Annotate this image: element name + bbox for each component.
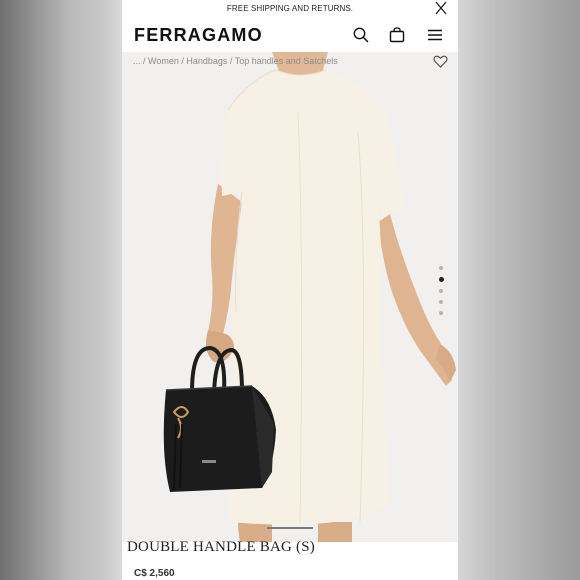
- product-info: DOUBLE HANDLE BAG (S) C$ 2,560: [122, 539, 458, 580]
- product-photo[interactable]: [122, 52, 458, 542]
- brand-logo[interactable]: FERRAGAMO: [134, 25, 263, 46]
- promo-text: FREE SHIPPING AND RETURNS.: [226, 3, 354, 13]
- heart-icon[interactable]: [433, 54, 448, 69]
- search-icon[interactable]: [352, 26, 370, 44]
- gallery-dot[interactable]: [439, 266, 443, 270]
- image-scroll-indicator: [267, 527, 313, 529]
- site-header: FERRAGAMO: [122, 16, 458, 52]
- product-price: C$ 2,560: [134, 568, 175, 579]
- breadcrumb-row: ... / Women / Handbags / Top handles and…: [122, 52, 458, 72]
- product-name: DOUBLE HANDLE BAG (S): [127, 539, 315, 555]
- mobile-page: FREE SHIPPING AND RETURNS. FERRAGAMO ...…: [122, 0, 458, 580]
- shopping-bag-icon[interactable]: [388, 26, 406, 44]
- breadcrumb[interactable]: ... / Women / Handbags / Top handles and…: [133, 56, 338, 66]
- close-icon[interactable]: [434, 1, 448, 15]
- gallery-dot[interactable]: [439, 300, 443, 304]
- promo-banner: FREE SHIPPING AND RETURNS.: [122, 0, 458, 16]
- gallery-dot[interactable]: [439, 289, 443, 293]
- hamburger-menu-icon[interactable]: [426, 26, 444, 44]
- gallery-pagination[interactable]: [438, 266, 444, 315]
- gallery-dot[interactable]: [439, 311, 443, 315]
- gallery-dot-active[interactable]: [438, 277, 444, 282]
